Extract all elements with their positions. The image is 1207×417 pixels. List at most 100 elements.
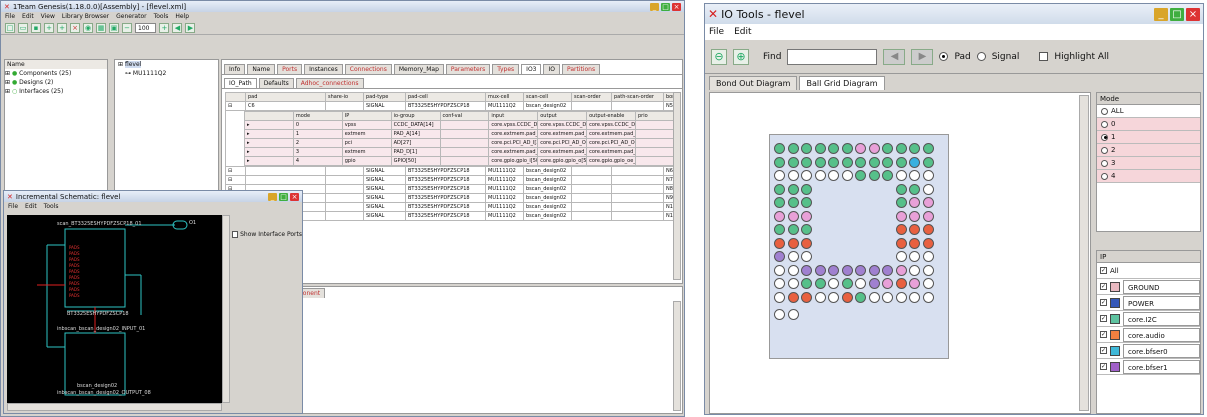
ball-pad[interactable] [882, 143, 893, 154]
ball-pad[interactable] [787, 156, 799, 168]
mode-option[interactable]: 3 [1097, 157, 1200, 170]
ball-pad[interactable] [895, 251, 907, 262]
ball-grid-vscroll[interactable] [1079, 95, 1089, 411]
table-row[interactable]: ⊟ C6 SIGNAL BT3325ESHYPDFZSCP18 MU1111Q2 bsca… [225, 101, 673, 111]
ball-pad[interactable] [774, 183, 785, 195]
ball-pad[interactable] [895, 291, 907, 303]
io-menu-file[interactable]: File [709, 27, 724, 37]
subtable-row[interactable]: ▸0vpssCCDC_DATA[14] core.vpss.CCDC_DATA_I… [244, 120, 673, 130]
ball-pad[interactable] [828, 278, 839, 289]
tab-info[interactable]: Info [224, 64, 246, 74]
ball-pad[interactable] [814, 264, 826, 276]
ball-pad[interactable] [828, 170, 839, 181]
ball-pad[interactable] [774, 237, 785, 249]
ball-pad[interactable] [774, 143, 785, 154]
tab-io[interactable]: IO [543, 64, 560, 74]
ball-pad[interactable] [909, 183, 920, 195]
ball-pad[interactable] [855, 143, 866, 154]
subtab-adhoc[interactable]: Adhoc_connections [295, 78, 364, 88]
ball-pad[interactable] [909, 170, 920, 181]
ball-pad[interactable] [882, 170, 893, 181]
ball-pad[interactable] [801, 278, 812, 289]
back-icon[interactable]: ◀ [172, 22, 183, 33]
ip-checkbox[interactable]: ✓ [1100, 331, 1107, 338]
ball-pad[interactable] [774, 291, 785, 303]
ball-pad[interactable] [787, 183, 799, 195]
show-interface-ports[interactable]: Show Interface Ports [232, 231, 302, 238]
io-close-icon[interactable]: × [1186, 7, 1200, 21]
ball-pad[interactable] [855, 170, 866, 181]
design-item-flevel[interactable]: ⊞ flevel [115, 60, 218, 69]
ball-pad[interactable] [868, 143, 880, 154]
ball-pad[interactable] [774, 170, 785, 181]
menu-view[interactable]: View [41, 13, 55, 20]
ball-pad[interactable] [787, 309, 799, 320]
menu-tools[interactable]: Tools [154, 13, 169, 20]
tab-io3[interactable]: IO3 [521, 64, 542, 74]
ip-all-checkbox[interactable]: ✓ [1100, 267, 1107, 274]
ball-pad[interactable] [801, 291, 812, 303]
find-next-icon[interactable]: ▶ [911, 48, 934, 65]
ball-pad[interactable] [787, 197, 799, 208]
subtab-io-path[interactable]: IO_Path [224, 78, 257, 88]
ball-pad[interactable] [922, 224, 934, 235]
ip-item[interactable]: ✓ GROUND [1097, 279, 1200, 295]
ball-pad[interactable] [828, 264, 839, 276]
subtable-row[interactable]: ▸2pciAD[27]core.pci.PCI_AD_I[27]core.pci… [244, 138, 673, 148]
ball-pad[interactable] [909, 291, 920, 303]
ball-pad[interactable] [922, 170, 934, 181]
ball-pad[interactable] [855, 156, 866, 168]
minimize-icon[interactable]: _ [650, 2, 659, 11]
ball-pad[interactable] [909, 197, 920, 208]
ball-pad[interactable] [774, 278, 785, 289]
ball-pad[interactable] [841, 278, 853, 289]
ball-pad[interactable] [841, 170, 853, 181]
ip-checkbox[interactable]: ✓ [1100, 363, 1107, 370]
save-icon[interactable]: ▪ [31, 22, 41, 33]
ball-pad[interactable] [922, 251, 934, 262]
ball-pad[interactable] [882, 264, 893, 276]
radio-signal[interactable] [976, 52, 986, 61]
ball-pad[interactable] [774, 197, 785, 208]
mode-option[interactable]: 0 [1097, 118, 1200, 131]
table-row[interactable]: ⊟ SIGNALBT3325ESHYPDFZSCP18MU1111Q2bscan_… [225, 166, 673, 176]
ball-pad[interactable] [909, 156, 920, 168]
ip-item[interactable]: ✓ core.audio [1097, 327, 1200, 343]
io-maximize-icon[interactable]: □ [1170, 7, 1184, 21]
ip-checkbox[interactable]: ✓ [1100, 347, 1107, 354]
table-vscroll[interactable] [673, 92, 681, 280]
schematic-hscroll[interactable] [7, 403, 222, 411]
ip-item[interactable]: ✓ core.bfser0 [1097, 343, 1200, 359]
ball-pad[interactable] [787, 237, 799, 249]
ip-checkbox[interactable]: ✓ [1100, 315, 1107, 322]
grid-icon[interactable]: ▦ [96, 22, 106, 33]
io-zoom-out-icon[interactable]: ⊖ [711, 48, 727, 65]
ball-pad[interactable] [895, 143, 907, 154]
schematic-close-icon[interactable]: × [290, 192, 299, 201]
ball-pad[interactable] [868, 264, 880, 276]
ball-pad[interactable] [882, 278, 893, 289]
ball-pad[interactable] [787, 264, 799, 276]
ip-all-row[interactable]: ✓ All [1097, 263, 1200, 279]
tab-parameters[interactable]: Parameters [445, 64, 491, 74]
ball-pad[interactable] [922, 291, 934, 303]
ball-pad[interactable] [909, 143, 920, 154]
ball-pad[interactable] [909, 210, 920, 222]
tab-name[interactable]: Name [247, 64, 276, 74]
mode-option[interactable]: 2 [1097, 144, 1200, 157]
tree-item-designs[interactable]: ⊞ ● Designs (2) [5, 78, 107, 87]
ball-pad[interactable] [909, 237, 920, 249]
ball-pad[interactable] [801, 143, 812, 154]
ball-pad[interactable] [828, 291, 839, 303]
radio-pad[interactable] [939, 52, 949, 61]
schematic-menu-edit[interactable]: Edit [25, 203, 37, 210]
ball-pad[interactable] [801, 197, 812, 208]
schematic-canvas[interactable]: scan_BT3325ESHYPDFZSCP18_01 BT3325ESHYPD… [7, 215, 222, 403]
tab-types[interactable]: Types [492, 64, 520, 74]
ball-pad[interactable] [841, 143, 853, 154]
ball-pad[interactable] [801, 210, 812, 222]
open-icon[interactable]: ▭ [18, 22, 28, 33]
maximize-icon[interactable]: □ [661, 2, 670, 11]
ball-pad[interactable] [882, 291, 893, 303]
menu-help[interactable]: Help [175, 13, 189, 20]
